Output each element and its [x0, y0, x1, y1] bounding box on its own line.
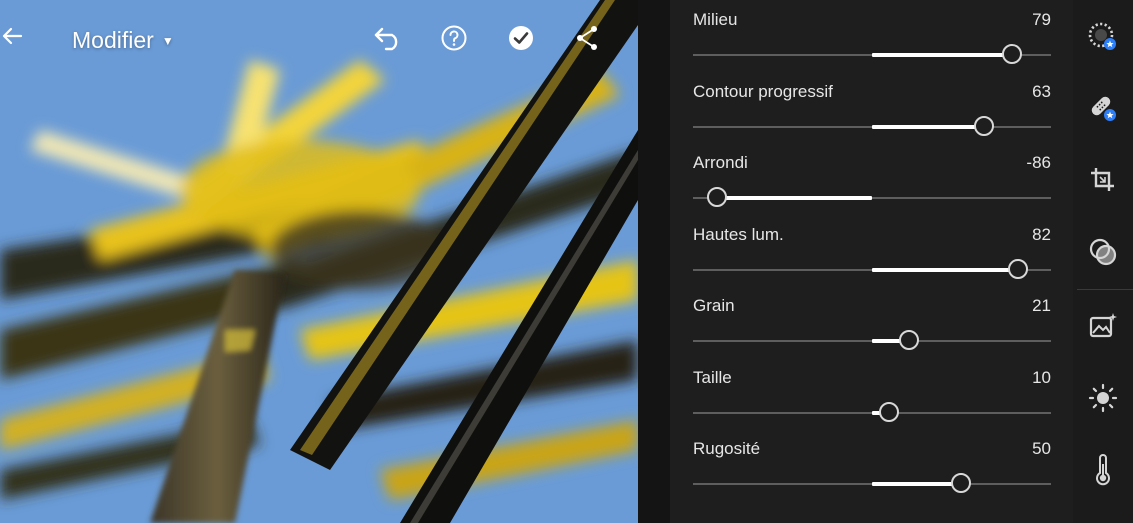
slider-fill	[718, 196, 872, 200]
slider-fill	[872, 125, 985, 129]
edit-mode-label: Modifier	[72, 26, 154, 53]
color-temperature-icon[interactable]	[1087, 454, 1119, 486]
slider-row-milieu: Milieu 79	[693, 9, 1051, 69]
share-icon[interactable]	[574, 24, 604, 56]
edit-mode-dropdown[interactable]: Modifier ▼	[72, 25, 174, 55]
slider-value[interactable]: 63	[1032, 81, 1051, 103]
effects-image-icon[interactable]	[1087, 310, 1119, 342]
panel-divider	[638, 0, 670, 523]
lightroom-edit-screen: Modifier ▼ Milieu 79 Contour progressif …	[0, 0, 1133, 523]
slider-label: Rugosité	[693, 439, 761, 458]
slider-value[interactable]: -86	[1026, 152, 1051, 174]
slider-row-hautes-lum: Hautes lum. 82	[693, 224, 1051, 284]
slider-thumb[interactable]	[974, 116, 994, 136]
healing-bandage-icon[interactable]	[1087, 92, 1119, 124]
slider-row-arrondi: Arrondi -86	[693, 152, 1051, 212]
back-arrow-icon[interactable]	[0, 24, 26, 54]
slider-row-grain: Grain 21	[693, 295, 1051, 355]
slider-thumb[interactable]	[899, 330, 919, 350]
caret-down-icon: ▼	[161, 34, 174, 48]
selective-masks-icon[interactable]	[1087, 236, 1119, 268]
slider-label: Arrondi	[693, 153, 748, 172]
slider-row-contour-progressif: Contour progressif 63	[693, 81, 1051, 141]
slider-fill	[872, 268, 1019, 272]
slider-row-taille: Taille 10	[693, 367, 1051, 427]
slider-label: Hautes lum.	[693, 225, 784, 244]
photo-canvas[interactable]: Modifier ▼	[0, 0, 638, 523]
slider-fill	[872, 53, 1013, 57]
check-icon[interactable]	[507, 24, 539, 56]
slider-thumb[interactable]	[1002, 44, 1022, 64]
slider-thumb[interactable]	[951, 473, 971, 493]
slider-label: Grain	[693, 296, 735, 315]
slider-value[interactable]: 79	[1032, 9, 1051, 31]
slider-thumb[interactable]	[1008, 259, 1028, 279]
help-icon[interactable]	[440, 24, 472, 56]
light-sun-icon[interactable]	[1087, 382, 1119, 414]
slider-label: Contour progressif	[693, 82, 833, 101]
slider-thumb[interactable]	[879, 402, 899, 422]
slider-value[interactable]: 10	[1032, 367, 1051, 389]
effects-panel: Milieu 79 Contour progressif 63 Arrondi …	[670, 0, 1073, 523]
auto-presets-icon[interactable]	[1087, 21, 1119, 53]
slider-fill	[872, 482, 962, 486]
slider-label: Taille	[693, 368, 732, 387]
slider-row-rugosite: Rugosité 50	[693, 438, 1051, 498]
slider-thumb[interactable]	[707, 187, 727, 207]
crop-icon[interactable]	[1087, 164, 1119, 196]
undo-icon[interactable]	[372, 25, 408, 55]
slider-value[interactable]: 50	[1032, 438, 1051, 460]
top-toolbar: Modifier ▼	[0, 0, 638, 80]
slider-value[interactable]: 82	[1032, 224, 1051, 246]
slider-value[interactable]: 21	[1032, 295, 1051, 317]
slider-label: Milieu	[693, 10, 738, 29]
rail-separator	[1077, 289, 1133, 290]
tool-rail	[1073, 0, 1133, 523]
